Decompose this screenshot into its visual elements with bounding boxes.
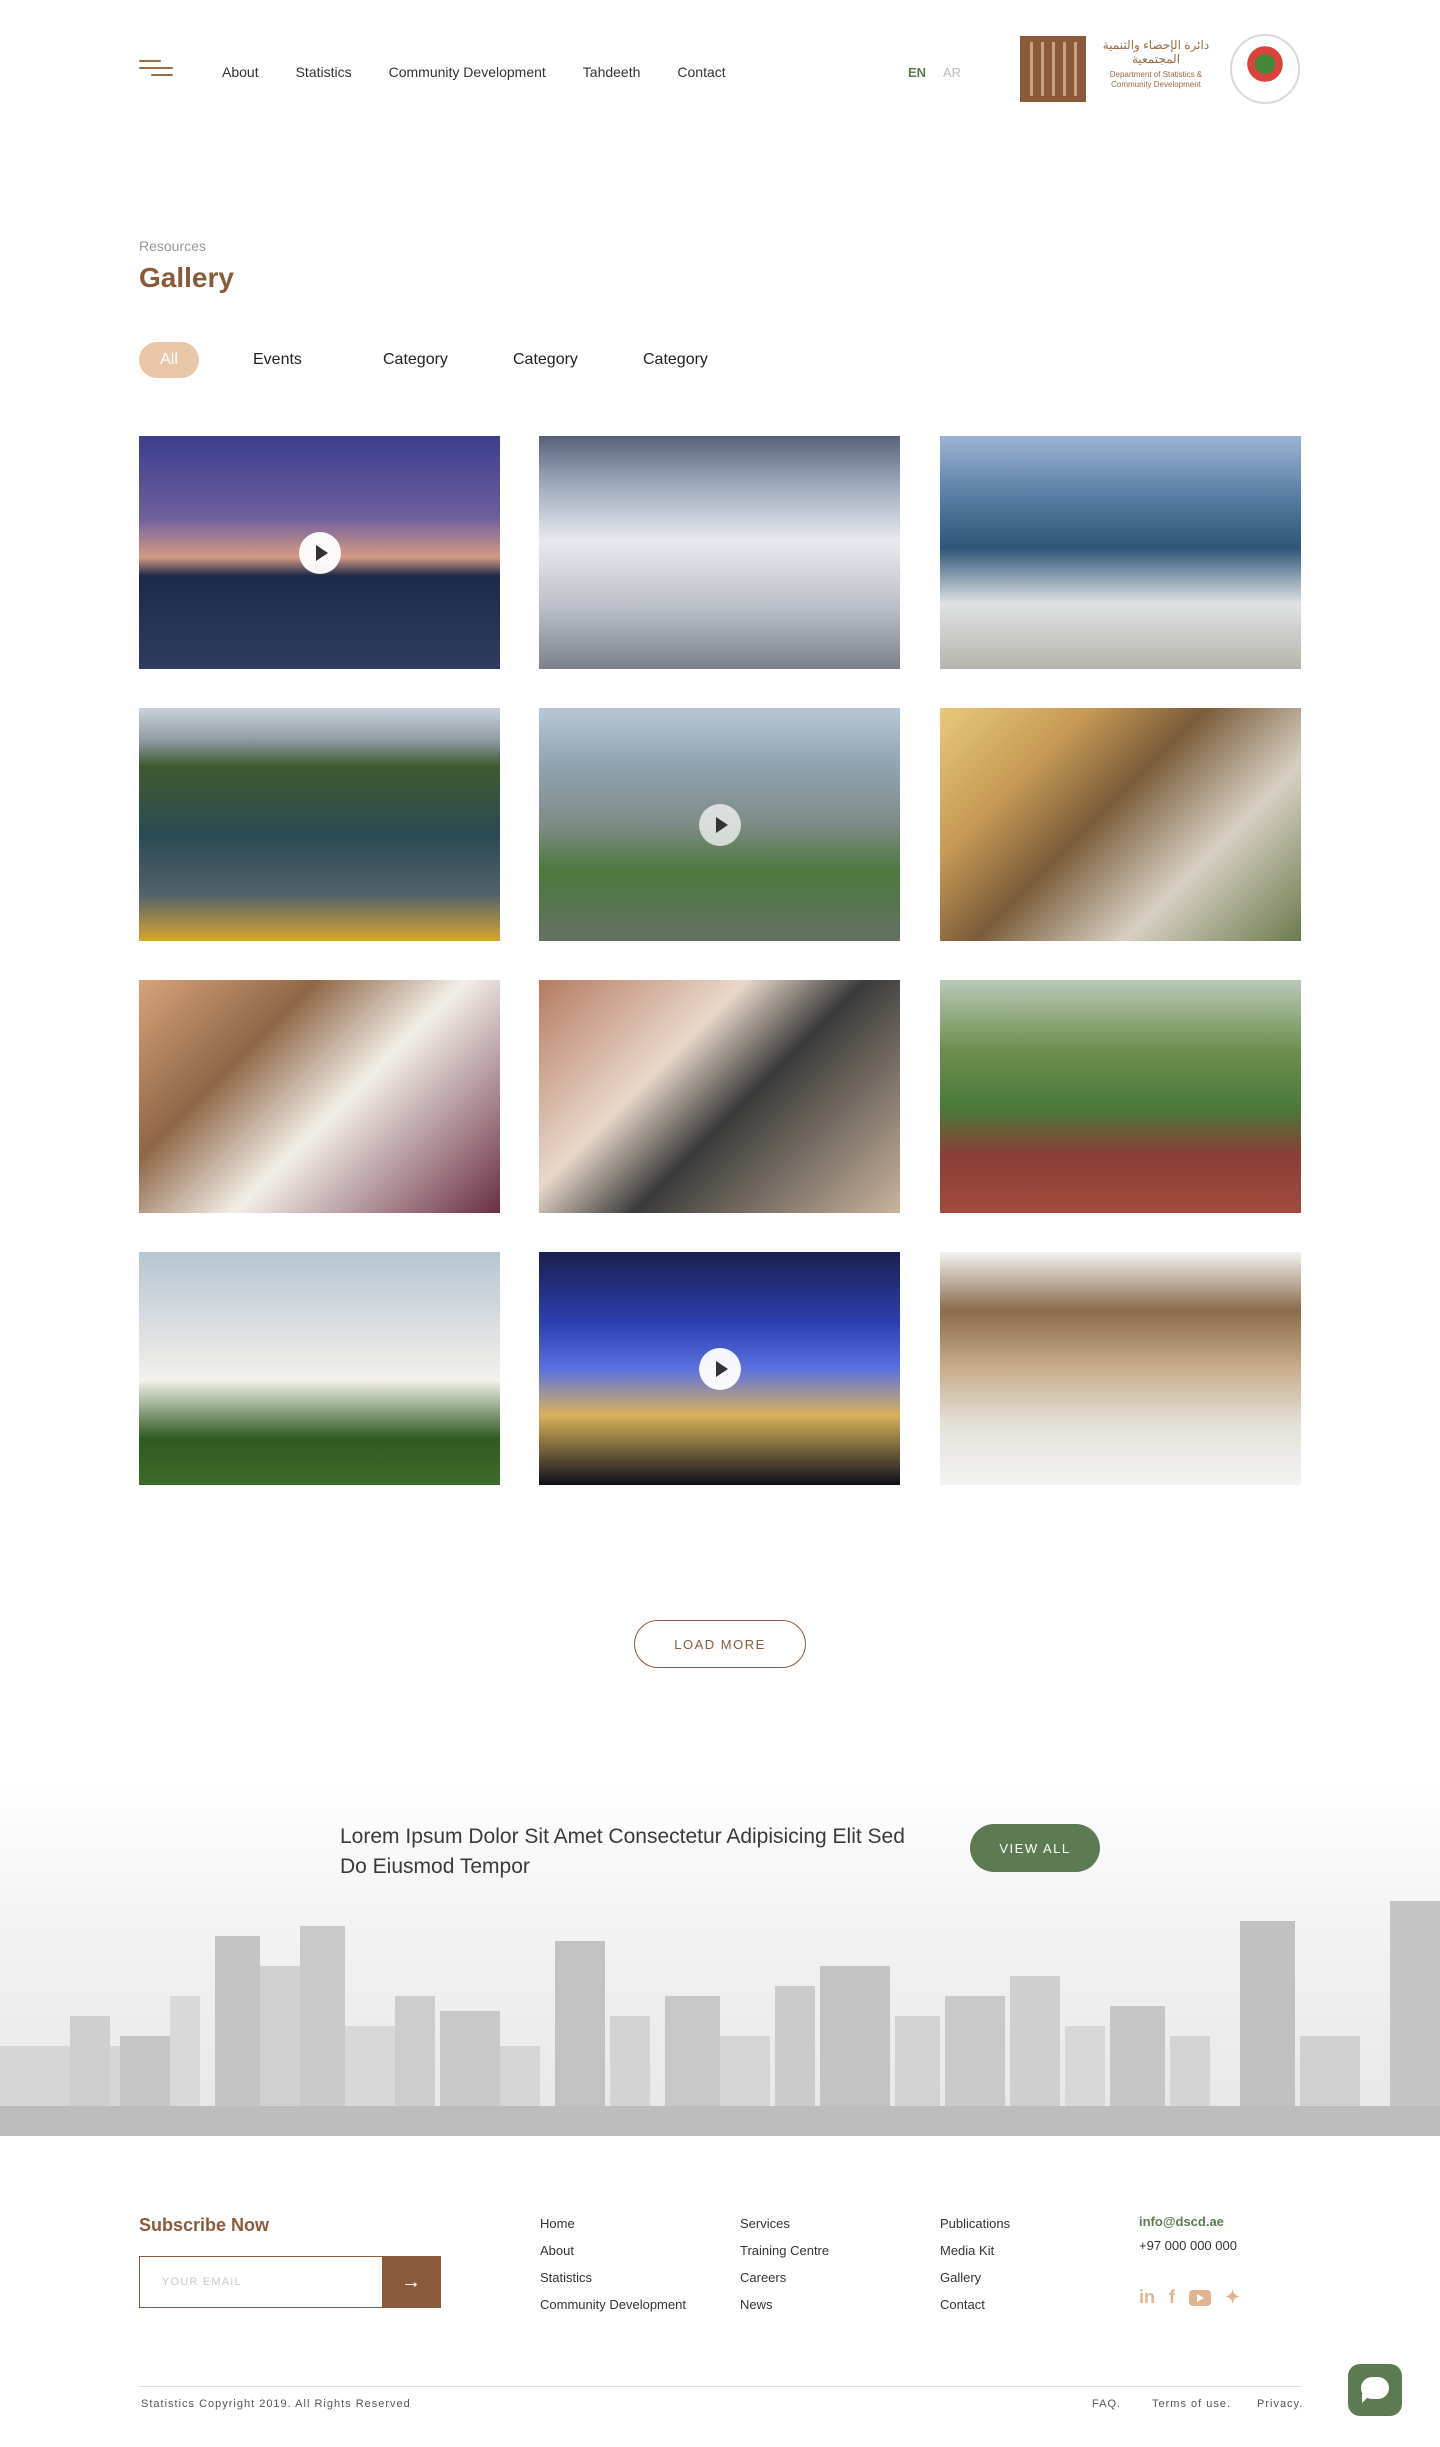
play-icon[interactable] [298, 531, 341, 574]
footer-link-publications[interactable]: Publications [940, 2210, 1010, 2237]
arrow-right-icon: → [401, 2270, 421, 2293]
nav-tahdeeth[interactable]: Tahdeeth [583, 64, 641, 80]
lang-ar[interactable]: AR [943, 65, 961, 80]
footer-link-services[interactable]: Services [740, 2210, 829, 2237]
footer-link-contact[interactable]: Contact [940, 2291, 1010, 2318]
play-icon[interactable] [698, 1347, 741, 1390]
language-switcher: EN AR [908, 65, 961, 80]
gallery-tile-cafe-terrace[interactable] [940, 708, 1301, 941]
site-header: About Statistics Community Development T… [0, 0, 1440, 150]
menu-icon[interactable] [139, 58, 173, 78]
footer-link-training-centre[interactable]: Training Centre [740, 2237, 829, 2264]
nav-contact[interactable]: Contact [677, 64, 725, 80]
social-links: in f ✦ [1139, 2287, 1240, 2308]
subscribe-form: → [139, 2256, 441, 2308]
nav-community-development[interactable]: Community Development [389, 64, 546, 80]
footer-link-gallery[interactable]: Gallery [940, 2264, 1010, 2291]
government-emblem [1230, 34, 1300, 104]
dscd-logo-text[interactable]: دائرة الإحصاء والتنمية المجتمعية Departm… [1100, 38, 1212, 90]
facebook-icon[interactable]: f [1169, 2287, 1175, 2308]
contact-phone[interactable]: +97 000 000 000 [1139, 2234, 1237, 2258]
main-nav: About Statistics Community Development T… [222, 64, 763, 80]
cta-text: Lorem Ipsum Dolor Sit Amet Consectetur A… [340, 1825, 905, 1878]
gallery-tile-lagoon-mosque[interactable] [940, 436, 1301, 669]
filter-all[interactable]: All [139, 342, 199, 378]
dscd-logo-mark[interactable] [1020, 36, 1086, 102]
load-more-button[interactable]: LOAD MORE [634, 1620, 806, 1668]
gallery-tile-museum-exhibit[interactable] [539, 436, 900, 669]
footer-link-about[interactable]: About [540, 2237, 686, 2264]
gallery-tile-night-waterfront[interactable] [139, 436, 500, 669]
footer-divider [139, 2386, 1301, 2387]
breadcrumb[interactable]: Resources [139, 238, 206, 254]
logo-arabic-text: دائرة الإحصاء والتنمية المجتمعية [1102, 38, 1210, 66]
privacy-link[interactable]: Privacy. [1257, 2398, 1303, 2410]
contact-email[interactable]: info@dscd.ae [1139, 2210, 1237, 2234]
gallery-tile-heritage-courtyard[interactable] [940, 1252, 1301, 1485]
footer-link-news[interactable]: News [740, 2291, 829, 2318]
footer-link-home[interactable]: Home [540, 2210, 686, 2237]
gallery-tile-kayaks[interactable] [139, 708, 500, 941]
gallery-tile-white-tower[interactable] [139, 1252, 500, 1485]
youtube-icon[interactable] [1189, 2290, 1211, 2306]
linkedin-icon[interactable]: in [1139, 2287, 1155, 2308]
footer-link-media-kit[interactable]: Media Kit [940, 2237, 1010, 2264]
subscribe-title: Subscribe Now [139, 2215, 270, 2235]
footer-links-col-1: Home About Statistics Community Developm… [540, 2210, 686, 2318]
view-all-button[interactable]: VIEW ALL [970, 1824, 1100, 1872]
footer-link-statistics[interactable]: Statistics [540, 2264, 686, 2291]
subscribe-submit-button[interactable]: → [382, 2257, 440, 2307]
chat-icon[interactable] [1348, 2364, 1402, 2416]
gallery-tile-crafts-workshop[interactable] [539, 980, 900, 1213]
cta-banner: Lorem Ipsum Dolor Sit Amet Consectetur A… [0, 1780, 1440, 2136]
gallery-tile-calligraphy[interactable] [139, 980, 500, 1213]
faq-link[interactable]: FAQ. [1092, 2398, 1121, 2410]
filter-category-2[interactable]: Category [513, 342, 578, 378]
filter-category-1[interactable]: Category [383, 342, 448, 378]
footer-link-careers[interactable]: Careers [740, 2264, 829, 2291]
subscribe-email-input[interactable] [140, 2257, 382, 2307]
gallery-tile-light-tunnel[interactable] [539, 1252, 900, 1485]
gallery-tile-highway-aerial[interactable] [539, 708, 900, 941]
logo-english-text: Department of Statistics & Community Dev… [1109, 70, 1203, 89]
gallery-tile-park-joggers[interactable] [940, 980, 1301, 1213]
copyright-text: Statistics Copyright 2019. All Rights Re… [141, 2398, 411, 2410]
footer-contact: info@dscd.ae +97 000 000 000 [1139, 2210, 1237, 2258]
play-icon[interactable] [698, 803, 741, 846]
footer-links-col-3: Publications Media Kit Gallery Contact [940, 2210, 1010, 2318]
filter-events[interactable]: Events [253, 342, 302, 378]
nav-about[interactable]: About [222, 64, 259, 80]
footer-links-col-2: Services Training Centre Careers News [740, 2210, 829, 2318]
nav-statistics[interactable]: Statistics [296, 64, 352, 80]
twitter-icon[interactable]: ✦ [1225, 2287, 1240, 2308]
lang-en[interactable]: EN [908, 65, 926, 80]
page-title: Gallery [139, 262, 234, 293]
footer-link-community-development[interactable]: Community Development [540, 2291, 686, 2318]
filter-category-3[interactable]: Category [643, 342, 708, 378]
city-skyline-image [0, 1876, 1440, 2136]
terms-link[interactable]: Terms of use. [1152, 2398, 1231, 2410]
